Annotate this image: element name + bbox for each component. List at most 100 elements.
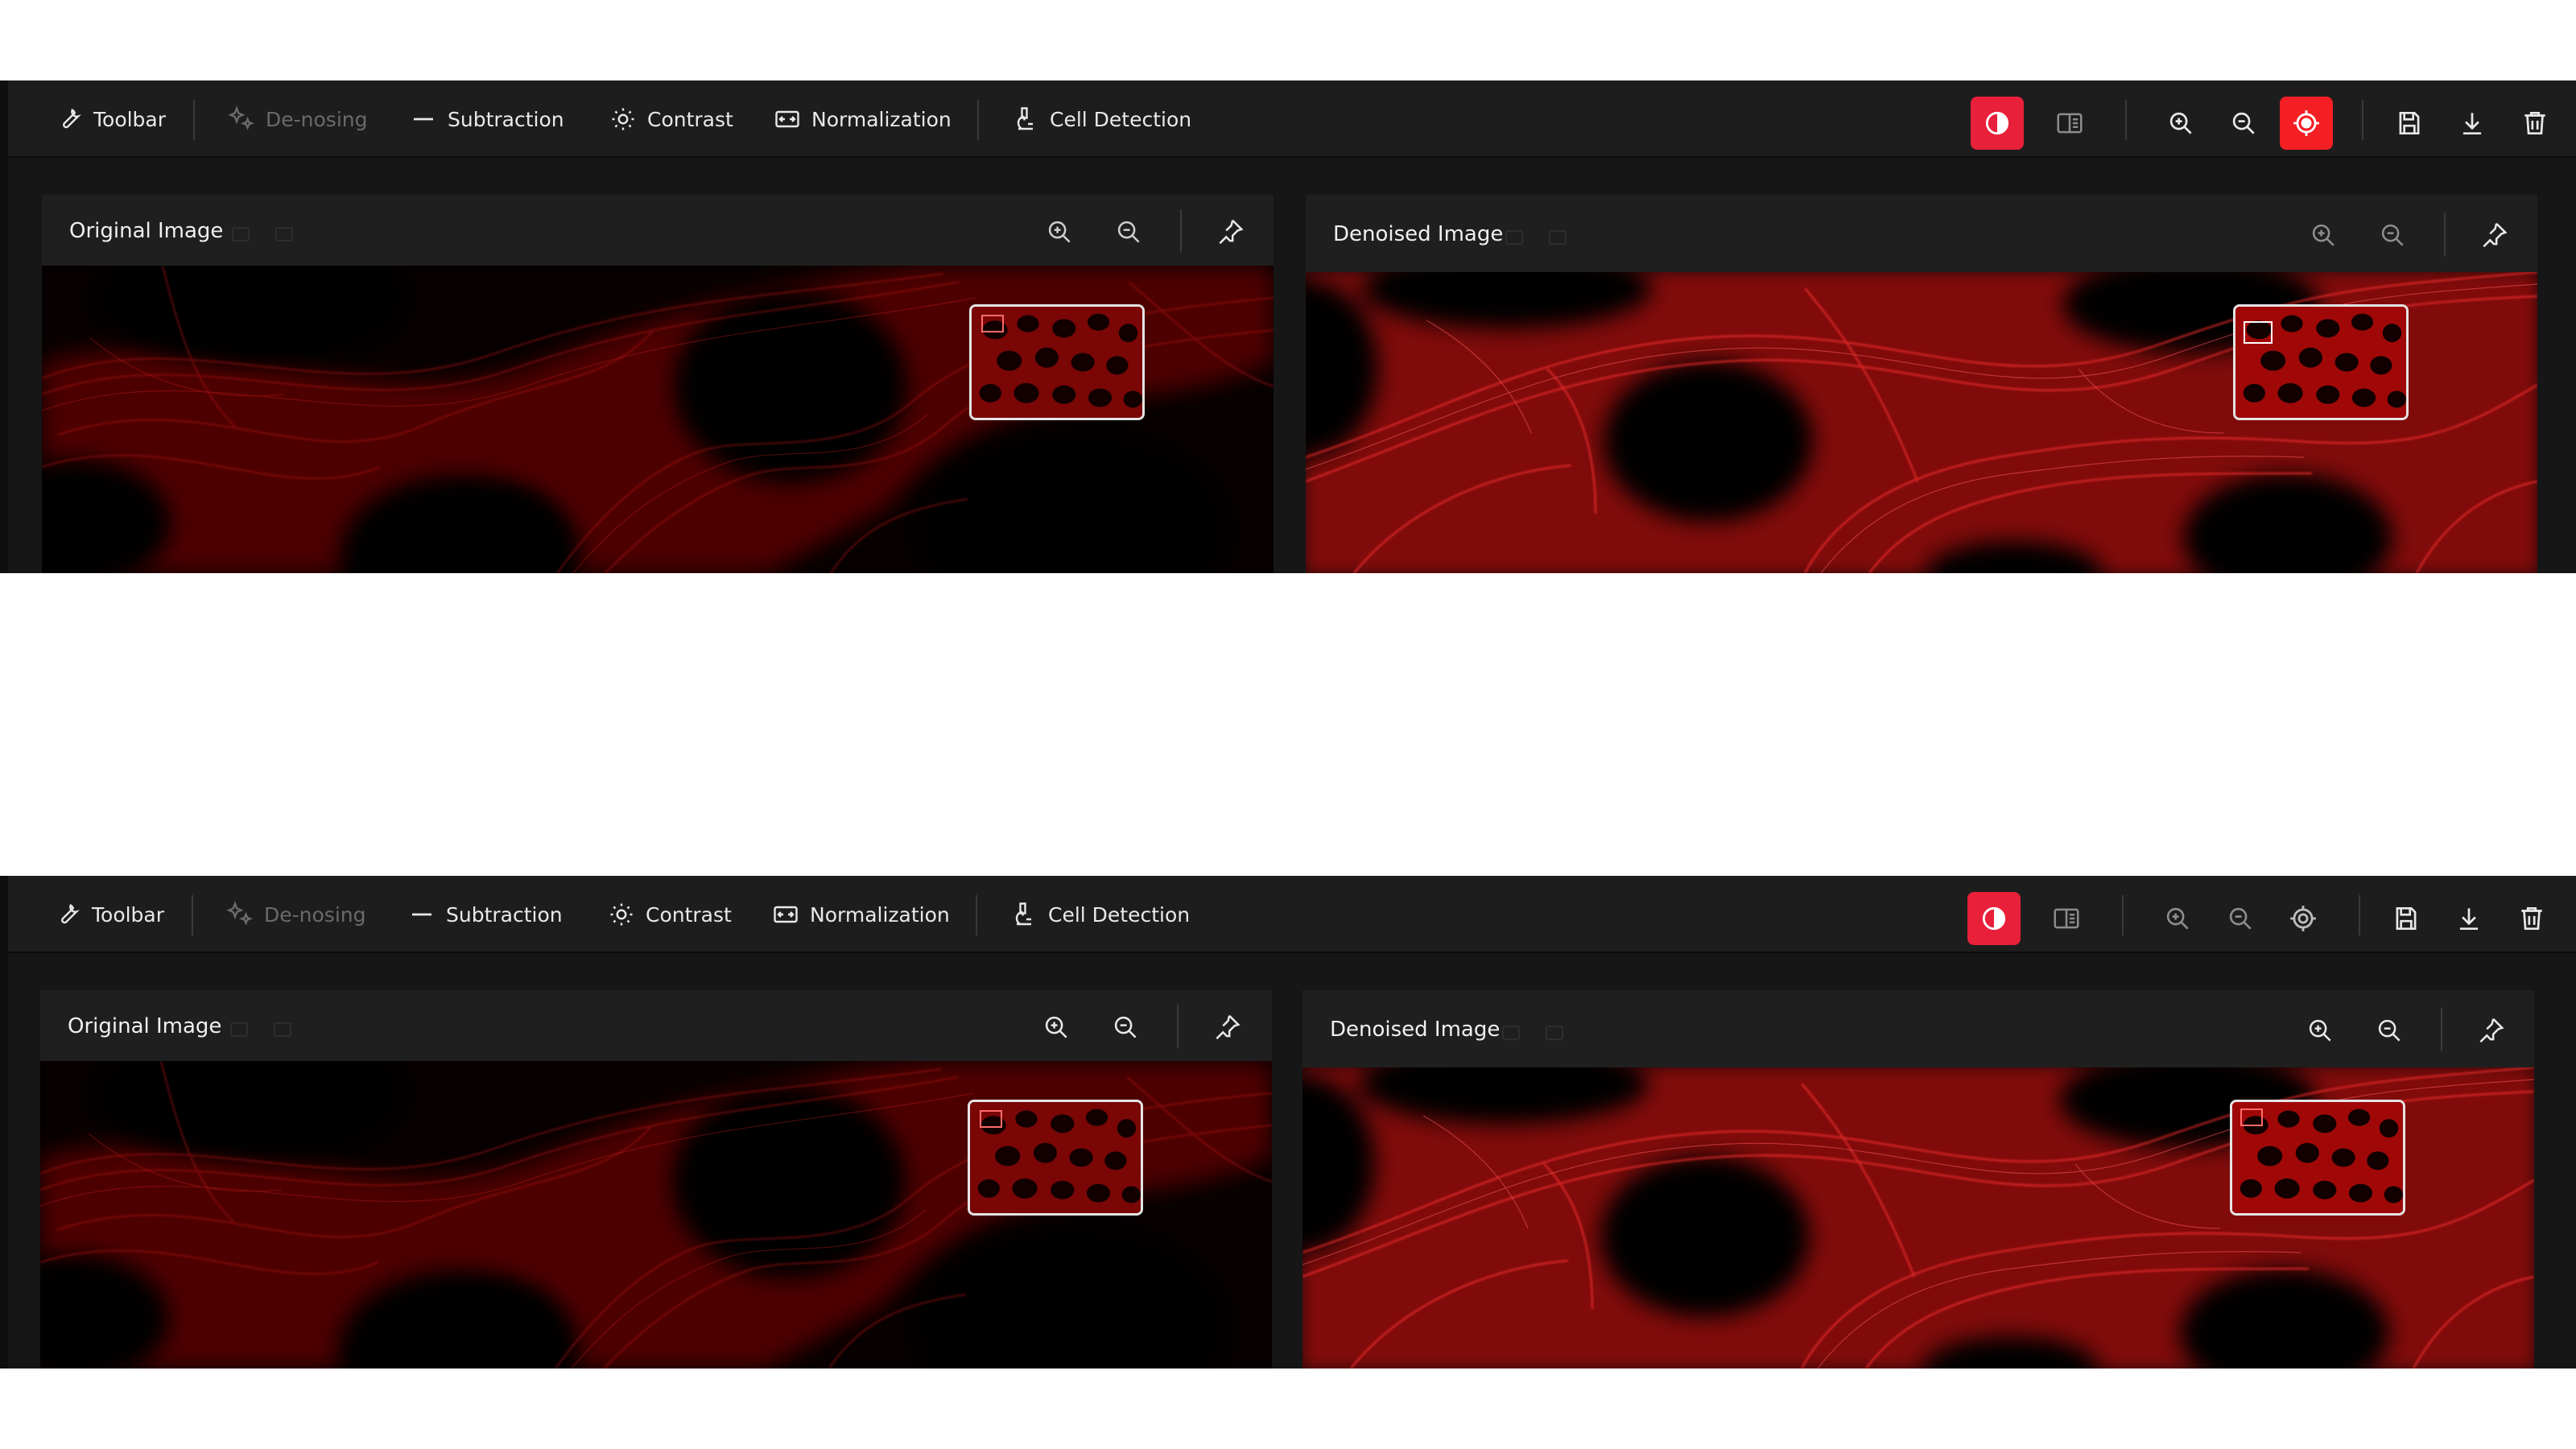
sun-icon: [612, 108, 634, 130]
panel-zoom-in-button[interactable]: [1035, 1006, 1077, 1048]
toolbar-button[interactable]: Toolbar: [55, 100, 166, 138]
minimap-viewport[interactable]: [2244, 321, 2273, 344]
subtraction-label: Subtraction: [448, 107, 564, 131]
zoom-out-button[interactable]: [2217, 97, 2270, 150]
original-microscopy-image[interactable]: [42, 266, 1274, 573]
wrench-icon: [63, 109, 81, 129]
panel-zoom-out-button[interactable]: [1104, 1006, 1146, 1048]
panel-title: Denoised Image: [1330, 1018, 1501, 1042]
compare-split-button[interactable]: [2043, 97, 2096, 150]
minimap[interactable]: [2233, 304, 2409, 420]
cell-detection-label: Cell Detection: [1050, 107, 1192, 131]
panel-title: Original Image: [69, 219, 224, 243]
contrast-label: Contrast: [646, 902, 732, 927]
subtraction-button[interactable]: Subtraction: [407, 895, 563, 934]
panel-zoom-out-button[interactable]: [2372, 214, 2413, 256]
zoom-in-icon: [2309, 1019, 2331, 1042]
de-nosing-button[interactable]: De-nosing: [225, 895, 365, 934]
toolbar-label: Toolbar: [93, 107, 167, 131]
normalization-button[interactable]: Normalization: [773, 100, 952, 138]
zoom-out-icon: [2232, 112, 2255, 134]
hidden-toggle: [1502, 1026, 1520, 1040]
panel-separator: [2441, 1008, 2442, 1051]
hidden-toggle: [232, 227, 250, 242]
panel-header: Original Image: [40, 990, 1272, 1061]
app-window-bottom: Toolbar De-nosing Subtraction Contrast N…: [0, 876, 2576, 1368]
normalization-label: Normalization: [810, 902, 950, 927]
save-button[interactable]: [2380, 892, 2433, 945]
de-nosing-button[interactable]: De-nosing: [227, 100, 367, 138]
normalize-icon: [774, 906, 798, 923]
save-icon: [2396, 906, 2417, 931]
zoom-in-icon: [2169, 112, 2192, 134]
focus-target-icon: [2290, 906, 2316, 931]
minimap-viewport[interactable]: [980, 1110, 1002, 1128]
compare-split-icon: [2057, 113, 2083, 134]
zoom-in-button[interactable]: [2154, 97, 2207, 150]
minimap[interactable]: [2230, 1100, 2405, 1216]
toolbar-separator: [193, 100, 195, 140]
pin-icon: [2479, 1018, 2504, 1043]
toolbar-label: Toolbar: [92, 902, 165, 927]
panel-header: Denoised Image: [1306, 195, 2537, 272]
zoom-in-icon: [2166, 907, 2189, 930]
panel-zoom-in-button[interactable]: [2299, 1009, 2341, 1051]
download-button[interactable]: [2446, 97, 2499, 150]
cell-detection-button[interactable]: Cell Detection: [1011, 100, 1191, 138]
main-toolbar: Toolbar De-nosing Subtraction Contrast N…: [8, 876, 2576, 953]
normalization-button[interactable]: Normalization: [771, 895, 950, 934]
compare-split-button[interactable]: [2040, 892, 2093, 945]
pin-button[interactable]: [1209, 211, 1251, 253]
minimap[interactable]: [969, 304, 1145, 420]
pin-icon: [2483, 222, 2508, 248]
contrast-button[interactable]: Contrast: [609, 100, 733, 138]
minimap-viewport[interactable]: [2240, 1108, 2263, 1126]
pin-icon: [1216, 1014, 1241, 1040]
focus-target-button[interactable]: [2280, 97, 2333, 150]
minimap-viewport[interactable]: [981, 315, 1004, 332]
panel-zoom-in-button[interactable]: [1038, 211, 1080, 253]
subtraction-button[interactable]: Subtraction: [409, 100, 564, 138]
denoised-microscopy-image[interactable]: [1306, 272, 2537, 573]
panel-zoom-out-button[interactable]: [1108, 211, 1150, 253]
delete-button[interactable]: [2508, 97, 2562, 150]
original-image-panel: Original Image: [42, 195, 1274, 573]
contrast-toggle-button[interactable]: [1967, 892, 2021, 945]
toolbar-separator: [2359, 895, 2360, 935]
panel-header: Denoised Image: [1302, 990, 2534, 1067]
zoom-out-button[interactable]: [2214, 892, 2267, 945]
panel-title: Denoised Image: [1333, 222, 1504, 246]
panel-zoom-in-button[interactable]: [2302, 214, 2344, 256]
focus-target-icon: [2293, 110, 2319, 136]
zoom-out-icon: [1114, 1016, 1137, 1038]
pin-button[interactable]: [1206, 1006, 1248, 1048]
pin-button[interactable]: [2470, 1009, 2512, 1051]
contrast-toggle-button[interactable]: [1971, 97, 2024, 150]
denoised-image-panel: Denoised Image: [1306, 195, 2537, 573]
denoised-microscopy-image[interactable]: [1302, 1067, 2534, 1368]
zoom-out-icon: [1117, 221, 1140, 243]
contrast-button[interactable]: Contrast: [607, 895, 732, 934]
panel-zoom-out-button[interactable]: [2368, 1009, 2410, 1051]
toolbar-separator: [2125, 100, 2127, 140]
zoom-out-icon: [2229, 907, 2252, 930]
download-icon: [2462, 113, 2482, 135]
minimap[interactable]: [968, 1100, 1143, 1216]
panel-separator: [1177, 1005, 1179, 1048]
minus-icon: [414, 118, 433, 121]
toolbar-button[interactable]: Toolbar: [53, 895, 164, 934]
main-toolbar: Toolbar De-nosing Subtraction Contrast N…: [8, 80, 2576, 158]
original-microscopy-image[interactable]: [40, 1061, 1272, 1368]
compare-split-icon: [2054, 908, 2079, 929]
focus-target-button[interactable]: [2277, 892, 2330, 945]
pin-button[interactable]: [2473, 214, 2515, 256]
microscope-icon: [1015, 902, 1031, 926]
zoom-out-icon: [2381, 224, 2404, 246]
zoom-in-button[interactable]: [2151, 892, 2204, 945]
download-button[interactable]: [2442, 892, 2496, 945]
zoom-in-icon: [2312, 224, 2334, 246]
save-button[interactable]: [2383, 97, 2436, 150]
cell-detection-button[interactable]: Cell Detection: [1009, 895, 1190, 934]
left-rail: [0, 80, 8, 573]
delete-button[interactable]: [2505, 892, 2558, 945]
